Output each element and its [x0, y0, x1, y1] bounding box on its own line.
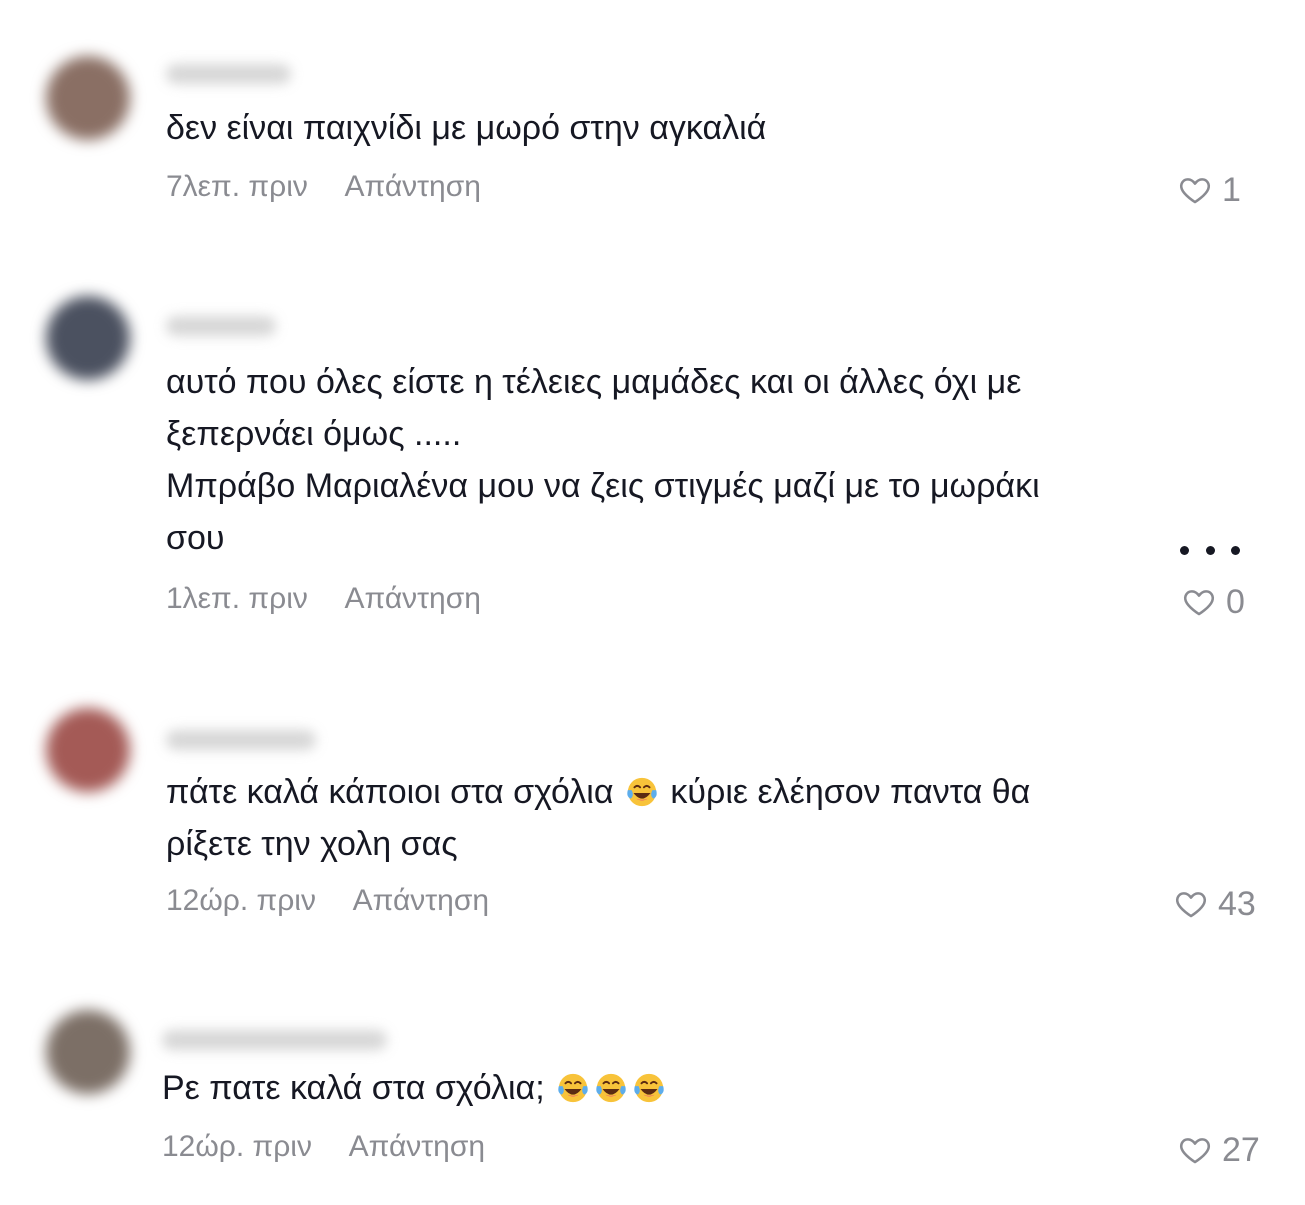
- like-count: 0: [1226, 582, 1245, 621]
- more-horizontal-icon: [1180, 545, 1189, 555]
- username-blurred[interactable]: [166, 730, 316, 750]
- reply-button[interactable]: Απάντηση: [349, 1130, 485, 1163]
- comment-line: πάτε καλά κάποιοι στα σχόλια κύριε ελέησ…: [166, 766, 1126, 818]
- like-button[interactable]: 27: [1178, 1130, 1260, 1170]
- reply-button[interactable]: Απάντηση: [345, 582, 481, 615]
- face-with-tears-of-joy-icon: [556, 1071, 590, 1105]
- reply-button[interactable]: Απάντηση: [345, 170, 481, 203]
- heart-outline-icon: [1174, 887, 1208, 921]
- face-with-tears-of-joy-icon: [632, 1071, 666, 1105]
- comment-meta: 12ώρ. πριν Απάντηση: [166, 884, 489, 918]
- avatar[interactable]: [46, 708, 130, 792]
- heart-outline-icon: [1178, 173, 1212, 207]
- comment-time: 7λεπ. πριν: [166, 170, 308, 203]
- comment-meta: 1λεπ. πριν Απάντηση: [166, 582, 481, 616]
- comment-text-segment: κύριε ελέησον παντα θα: [660, 773, 1031, 811]
- comment-text: δεν είναι παιχνίδι με μωρό στην αγκαλιά: [166, 102, 1126, 154]
- comment-line: Ρε πατε καλά στα σχόλια;: [162, 1062, 1122, 1114]
- comment-meta: 7λεπ. πριν Απάντηση: [166, 170, 481, 204]
- comment-meta: 12ώρ. πριν Απάντηση: [162, 1130, 485, 1164]
- comment-text-segment: Ρε πατε καλά στα σχόλια;: [162, 1069, 555, 1107]
- more-options-button[interactable]: [1180, 542, 1240, 558]
- comment-text: πάτε καλά κάποιοι στα σχόλια κύριε ελέησ…: [166, 766, 1126, 870]
- comment-text: αυτό που όλες είστε η τέλειες μαμάδες κα…: [166, 356, 1126, 564]
- comment-line: Μπράβο Μαριαλένα μου να ζεις στιγμές μαζ…: [166, 467, 1040, 505]
- comment-time: 12ώρ. πριν: [166, 884, 316, 917]
- comment-line: ρίξετε την χολη σας: [166, 825, 458, 863]
- comment-line: αυτό που όλες είστε η τέλειες μαμάδες κα…: [166, 363, 1022, 401]
- heart-outline-icon: [1182, 585, 1216, 619]
- comment-time: 1λεπ. πριν: [166, 582, 308, 615]
- like-count: 43: [1218, 884, 1256, 923]
- comment-text: Ρε πατε καλά στα σχόλια;: [162, 1062, 1122, 1114]
- like-button[interactable]: 43: [1174, 884, 1256, 924]
- username-blurred[interactable]: [162, 1030, 387, 1050]
- heart-outline-icon: [1178, 1133, 1212, 1167]
- comment-line: σου: [166, 519, 225, 557]
- avatar[interactable]: [46, 296, 130, 380]
- avatar[interactable]: [46, 56, 130, 140]
- comment-text-segment: πάτε καλά κάποιοι στα σχόλια: [166, 773, 623, 811]
- username-blurred[interactable]: [166, 64, 291, 84]
- comment-line: ξεπερνάει όμως .....: [166, 415, 462, 453]
- avatar[interactable]: [46, 1010, 130, 1094]
- username-blurred[interactable]: [166, 316, 276, 336]
- comment-line: δεν είναι παιχνίδι με μωρό στην αγκαλιά: [166, 109, 767, 147]
- like-count: 1: [1222, 170, 1241, 209]
- like-count: 27: [1222, 1130, 1260, 1169]
- like-button[interactable]: 1: [1178, 170, 1241, 210]
- face-with-tears-of-joy-icon: [594, 1071, 628, 1105]
- comment-time: 12ώρ. πριν: [162, 1130, 312, 1163]
- like-button[interactable]: 0: [1182, 582, 1245, 622]
- reply-button[interactable]: Απάντηση: [353, 884, 489, 917]
- face-with-tears-of-joy-icon: [625, 775, 659, 809]
